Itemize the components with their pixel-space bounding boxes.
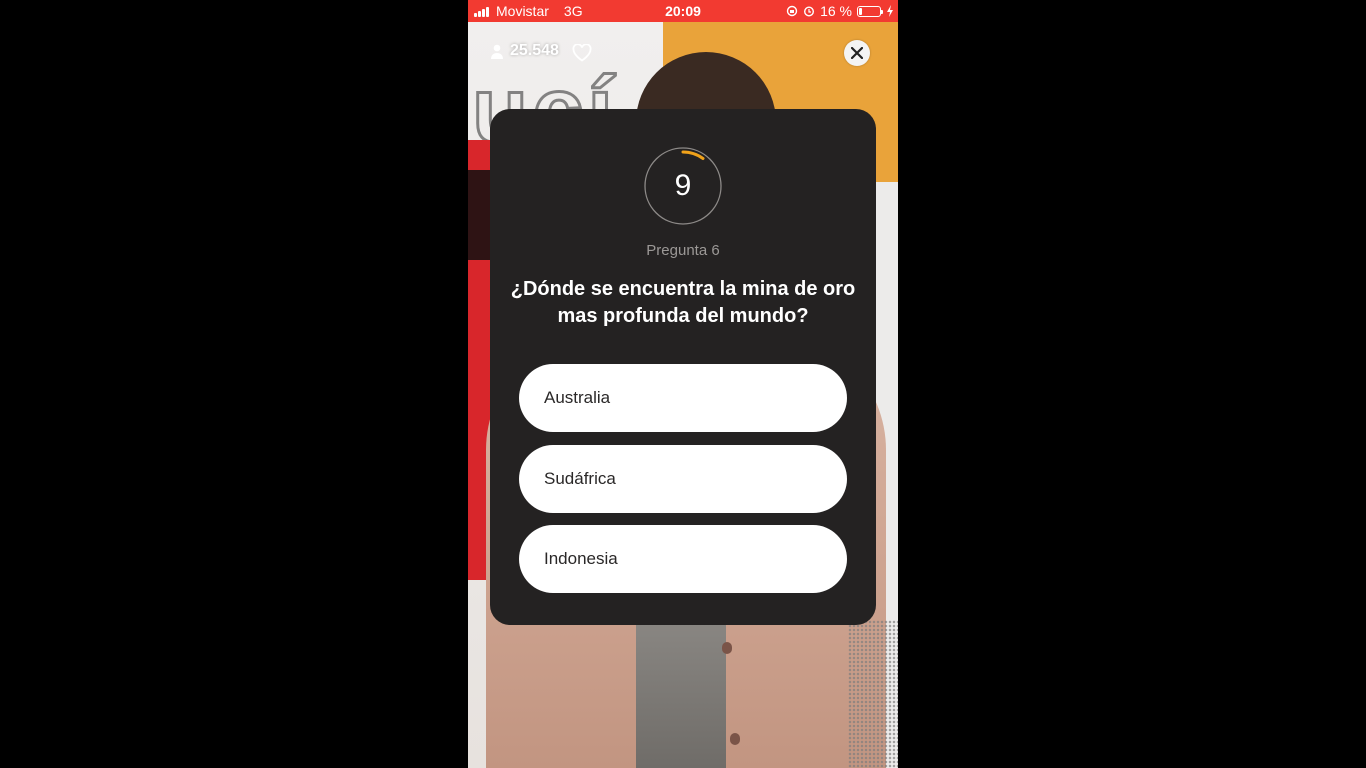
phone-screen: ucí Movistar 3G 20:09 16 % (468, 0, 898, 768)
question-number: Pregunta 6 (646, 242, 720, 259)
background-black-mark (468, 170, 492, 260)
battery-icon (857, 5, 883, 17)
timer-value: 9 (674, 169, 692, 202)
countdown-timer: 9 (643, 146, 723, 226)
answer-option[interactable]: Sudáfrica (519, 445, 847, 513)
person-icon (491, 44, 503, 59)
close-button[interactable] (844, 40, 870, 66)
status-bar: Movistar 3G 20:09 16 % (468, 0, 898, 22)
alarm-icon (804, 6, 815, 17)
close-icon (851, 47, 863, 59)
background-dot-pattern (848, 620, 898, 768)
viewer-count: 25.548 (490, 42, 559, 60)
jacket-button (722, 642, 732, 654)
answer-label: Sudáfrica (544, 469, 616, 488)
heart-icon[interactable] (572, 44, 592, 62)
viewer-count-value: 25.548 (510, 42, 559, 59)
battery-percentage: 16 % (820, 3, 852, 19)
answer-option[interactable]: Australia (519, 364, 847, 432)
rotation-lock-icon (786, 5, 798, 17)
charging-bolt-icon (887, 5, 893, 17)
answer-label: Indonesia (544, 549, 618, 568)
answer-option[interactable]: Indonesia (519, 525, 847, 593)
host-shirt (636, 600, 726, 768)
question-text: ¿Dónde se encuentra la mina de oro mas p… (510, 278, 856, 327)
answer-label: Australia (544, 388, 611, 407)
jacket-button (730, 733, 740, 745)
question-card: 9 Pregunta 6 ¿Dónde se encuentra la mina… (490, 109, 876, 625)
